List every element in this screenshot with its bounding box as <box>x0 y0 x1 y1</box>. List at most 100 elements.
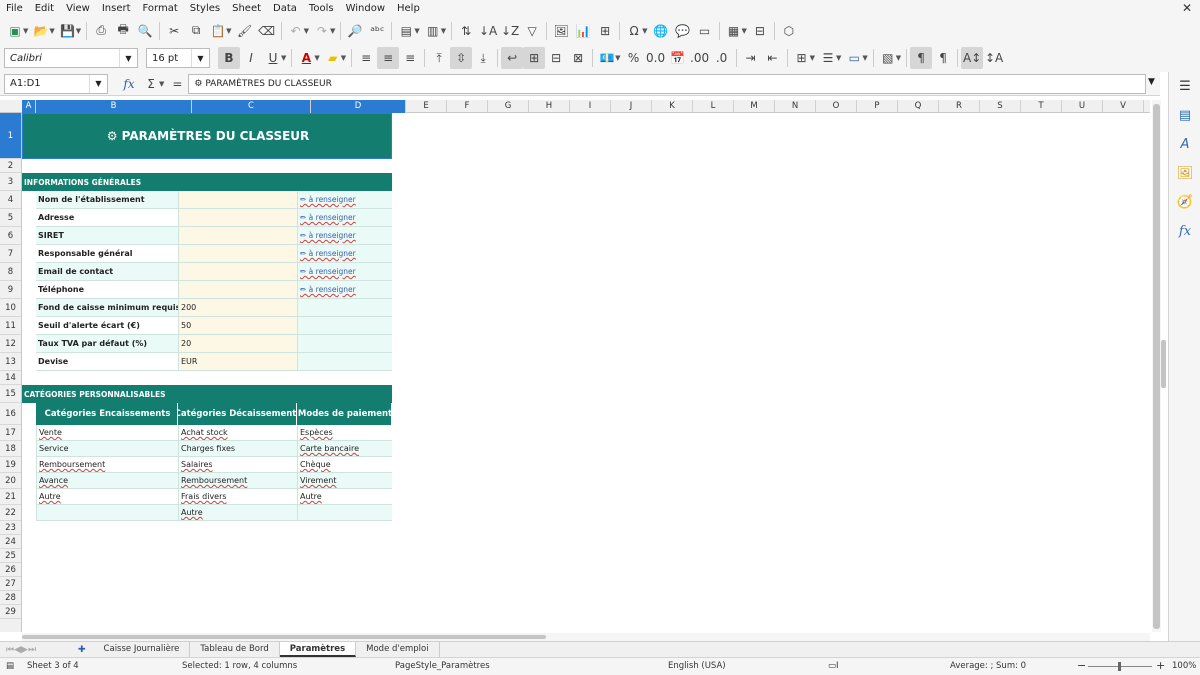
find-replace-icon[interactable]: 🔎 <box>344 20 366 42</box>
add-sheet-icon[interactable]: ✚ <box>70 645 94 655</box>
category-header[interactable]: Catégories Décaissements <box>178 403 297 425</box>
cut-icon[interactable]: ✂ <box>163 20 185 42</box>
section-categories[interactable]: CATÉGORIES PERSONNALISABLES <box>22 385 392 403</box>
category-header[interactable]: Catégories Encaissements <box>36 403 178 425</box>
align-right-icon[interactable]: ≡ <box>399 47 421 69</box>
row-header-3[interactable]: 3 <box>0 173 21 191</box>
menu-tools[interactable]: Tools <box>303 3 340 14</box>
export-pdf-icon[interactable]: ⎙ <box>90 20 112 42</box>
info-label[interactable]: Nom de l'établissement <box>36 191 178 209</box>
vertical-scroll-thumb[interactable] <box>1153 104 1160 629</box>
category-cell[interactable]: Achat stock <box>178 425 297 441</box>
sheet-nav-icon[interactable]: ⏮◀▶⏭ <box>0 645 70 655</box>
col-header-o[interactable]: O <box>816 100 857 113</box>
zoom-slider-thumb[interactable] <box>1118 662 1121 671</box>
menu-view[interactable]: View <box>60 3 96 14</box>
zoom-level[interactable]: 100% <box>1172 661 1196 671</box>
col-header-i[interactable]: I <box>570 100 611 113</box>
col-header-e[interactable]: E <box>406 100 447 113</box>
name-box[interactable]: A1:D1 ▼ <box>4 73 108 94</box>
row-header-20[interactable]: 20 <box>0 473 21 489</box>
info-value-input[interactable] <box>178 209 297 227</box>
info-hint[interactable]: ✏ à renseigner <box>297 209 392 227</box>
section-informations[interactable]: INFORMATIONS GÉNÉRALES <box>22 173 392 191</box>
menu-edit[interactable]: Edit <box>29 3 60 14</box>
sort-icon[interactable]: ⇅ <box>455 20 477 42</box>
category-cell[interactable]: Remboursement <box>178 473 297 489</box>
function-wizard-icon[interactable]: fx <box>118 73 140 95</box>
menu-insert[interactable]: Insert <box>96 3 137 14</box>
header-footer-icon[interactable]: ▭ <box>694 20 716 42</box>
align-center-icon[interactable]: ≡ <box>377 47 400 69</box>
info-hint[interactable]: ✏ à renseigner <box>297 227 392 245</box>
pivot-table-icon[interactable]: ⊞ <box>594 20 616 42</box>
col-header-u[interactable]: U <box>1062 100 1103 113</box>
category-cell[interactable] <box>297 505 392 521</box>
menu-format[interactable]: Format <box>137 3 184 14</box>
clone-formatting-icon[interactable]: 🖌 <box>234 20 256 42</box>
col-header-f[interactable]: F <box>447 100 488 113</box>
sheet-tab[interactable]: Mode d'emploi <box>356 642 440 657</box>
info-value-input[interactable]: EUR <box>178 353 297 371</box>
increase-indent-icon[interactable]: ⇥ <box>740 47 762 69</box>
align-left-icon[interactable]: ≡ <box>355 47 377 69</box>
italic-icon[interactable]: I <box>240 47 262 69</box>
col-header-h[interactable]: H <box>529 100 570 113</box>
col-header-g[interactable]: G <box>488 100 529 113</box>
col-header-r[interactable]: R <box>939 100 980 113</box>
category-cell[interactable]: Remboursement <box>36 457 178 473</box>
left-to-right-icon[interactable]: ¶ <box>910 47 933 69</box>
menu-icon[interactable]: ☰ <box>1169 72 1200 101</box>
menu-help[interactable]: Help <box>391 3 426 14</box>
functions-icon[interactable]: fx <box>1169 217 1200 246</box>
percent-icon[interactable]: % <box>623 47 645 69</box>
col-header-d[interactable]: D <box>311 100 406 113</box>
row-header-6[interactable]: 6 <box>0 227 21 245</box>
category-cell[interactable]: Autre <box>36 489 178 505</box>
align-bottom-icon[interactable]: ⤓ <box>472 47 494 69</box>
row-header-10[interactable]: 10 <box>0 299 21 317</box>
info-label[interactable]: Seuil d'alerte écart (€) <box>36 317 178 335</box>
info-hint[interactable] <box>297 335 392 353</box>
info-value-input[interactable] <box>178 227 297 245</box>
menu-file[interactable]: File <box>0 3 29 14</box>
col-header-m[interactable]: M <box>734 100 775 113</box>
styles-icon[interactable]: A <box>1169 130 1200 159</box>
zoom-out-icon[interactable]: − <box>1077 659 1086 672</box>
row-header-24[interactable]: 24 <box>0 535 21 549</box>
row-header-19[interactable]: 19 <box>0 457 21 473</box>
decrease-indent-icon[interactable]: ⇤ <box>762 47 784 69</box>
info-hint[interactable]: ✏ à renseigner <box>297 245 392 263</box>
info-hint[interactable] <box>297 353 392 371</box>
row-header-28[interactable]: 28 <box>0 591 21 605</box>
font-name-box[interactable]: Calibri ▼ <box>4 48 138 68</box>
row-header-14[interactable]: 14 <box>0 371 21 385</box>
status-language[interactable]: English (USA) <box>668 661 726 671</box>
shapes-icon[interactable]: ⬡ <box>778 20 800 42</box>
category-cell[interactable]: Autre <box>297 489 392 505</box>
wrap-text-icon[interactable]: ↩ <box>501 47 524 69</box>
gallery-icon[interactable]: 🖼 <box>1169 159 1200 188</box>
category-cell[interactable]: Avance <box>36 473 178 489</box>
category-cell[interactable]: Autre <box>178 505 297 521</box>
col-header-k[interactable]: K <box>652 100 693 113</box>
info-hint[interactable]: ✏ à renseigner <box>297 191 392 209</box>
row-header-8[interactable]: 8 <box>0 263 21 281</box>
col-header-b[interactable]: B <box>36 100 192 113</box>
row-header-29[interactable]: 29 <box>0 605 21 619</box>
row-header-16[interactable]: 16 <box>0 403 21 425</box>
spelling-icon[interactable]: ᵃᵇᶜ <box>366 20 388 42</box>
info-value-input[interactable]: 200 <box>178 299 297 317</box>
info-hint[interactable] <box>297 317 392 335</box>
row-header-18[interactable]: 18 <box>0 441 21 457</box>
category-cell[interactable]: Chèque <box>297 457 392 473</box>
unmerge-cells-icon[interactable]: ⊠ <box>567 47 589 69</box>
row-header-2[interactable]: 2 <box>0 159 21 173</box>
row-header-4[interactable]: 4 <box>0 191 21 209</box>
clear-formatting-icon[interactable]: ⌫ <box>256 20 278 42</box>
col-header-p[interactable]: P <box>857 100 898 113</box>
menu-data[interactable]: Data <box>267 3 303 14</box>
info-hint[interactable] <box>297 299 392 317</box>
row-header-15[interactable]: 15 <box>0 385 21 403</box>
vertical-split-handle[interactable] <box>1161 340 1166 388</box>
